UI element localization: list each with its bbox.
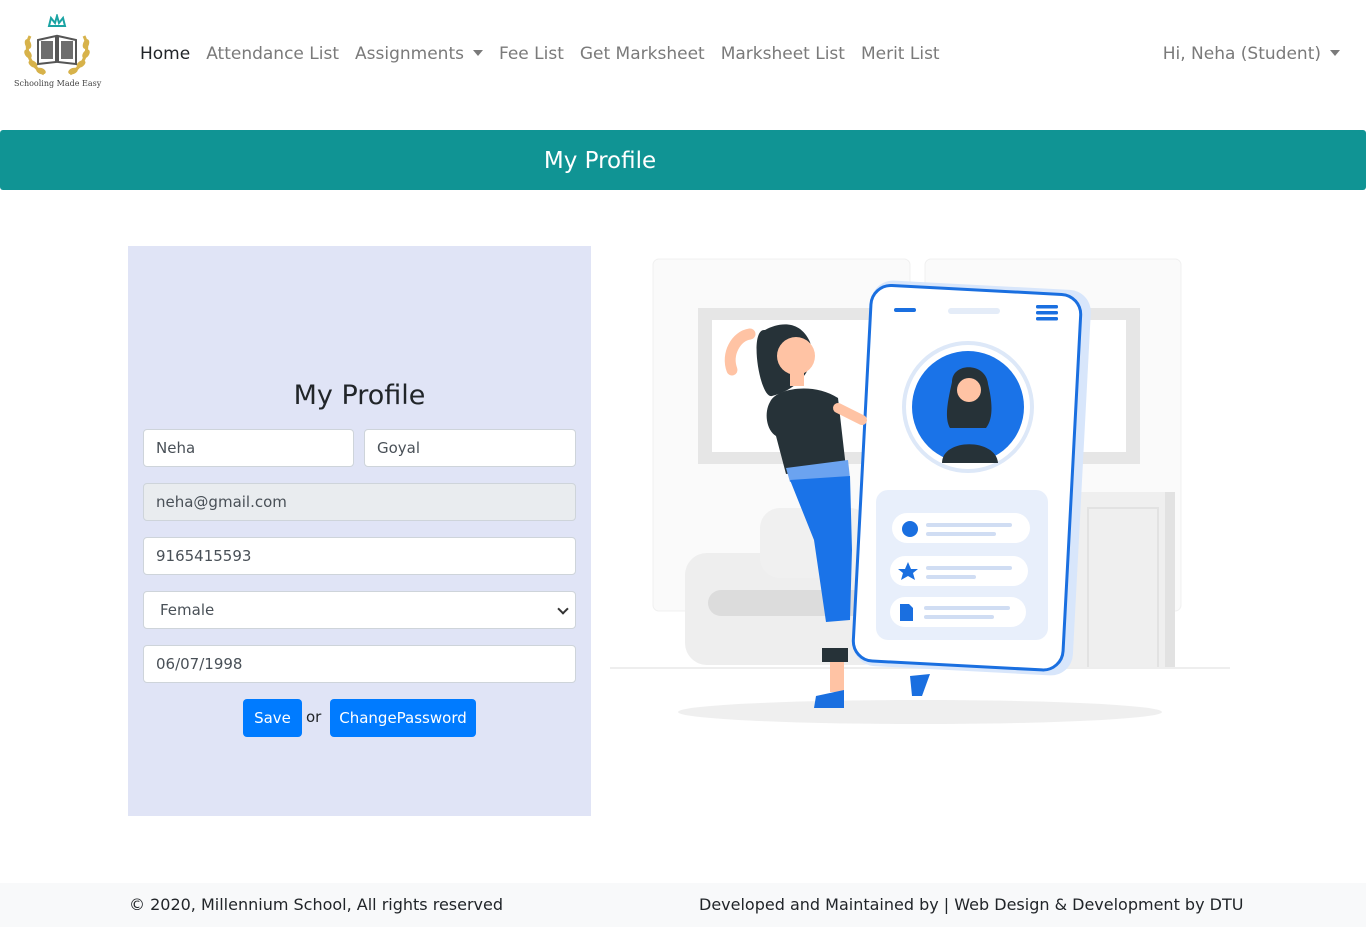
- navbar: Schooling Made Easy Home Attendance List…: [0, 0, 1366, 108]
- user-menu-dropdown[interactable]: Hi, Neha (Student): [1163, 40, 1340, 68]
- change-password-button[interactable]: ChangePassword: [330, 699, 476, 737]
- woman-with-phone-illustration-icon: [610, 258, 1230, 724]
- logo-caption: Schooling Made Easy: [14, 79, 102, 88]
- user-greeting: Hi, Neha (Student): [1162, 44, 1321, 64]
- profile-illustration: [600, 250, 1240, 730]
- phone-input[interactable]: 9165415593: [143, 537, 576, 575]
- footer: © 2020, Millennium School, All rights re…: [0, 883, 1366, 927]
- nav-assignments-label: Assignments: [355, 44, 464, 64]
- caret-down-icon: [1330, 50, 1340, 56]
- nav-marksheet-list[interactable]: Marksheet List: [713, 40, 853, 68]
- or-separator: or: [306, 708, 322, 726]
- nav-fee-list[interactable]: Fee List: [491, 40, 572, 68]
- chevron-down-icon: [557, 603, 569, 615]
- profile-form-title: My Profile: [293, 380, 426, 411]
- nav-merit-list[interactable]: Merit List: [853, 40, 948, 68]
- footer-credits: Developed and Maintained by | Web Design…: [699, 895, 1244, 914]
- dob-input[interactable]: 06/07/1998: [143, 645, 576, 683]
- gender-select[interactable]: Female: [143, 591, 576, 629]
- gender-selected-value: Female: [160, 601, 215, 619]
- nav-attendance-list[interactable]: Attendance List: [198, 40, 347, 68]
- nav-home[interactable]: Home: [132, 40, 198, 68]
- school-logo[interactable]: Schooling Made Easy: [14, 14, 102, 92]
- page-banner: My Profile: [0, 130, 1366, 190]
- page-title: My Profile: [543, 148, 657, 174]
- nav-get-marksheet[interactable]: Get Marksheet: [572, 40, 713, 68]
- last-name-input[interactable]: Goyal: [364, 429, 576, 467]
- first-name-input[interactable]: Neha: [143, 429, 354, 467]
- nav-links: Home Attendance List Assignments Fee Lis…: [132, 40, 948, 68]
- nav-assignments-dropdown[interactable]: Assignments: [347, 40, 491, 68]
- footer-copyright: © 2020, Millennium School, All rights re…: [129, 895, 504, 914]
- open-book-logo-icon: [24, 14, 90, 76]
- caret-down-icon: [472, 50, 483, 56]
- profile-card: My Profile Neha Goyal neha@gmail.com 916…: [128, 246, 591, 816]
- email-field: neha@gmail.com: [143, 483, 576, 521]
- save-button[interactable]: Save: [243, 699, 302, 737]
